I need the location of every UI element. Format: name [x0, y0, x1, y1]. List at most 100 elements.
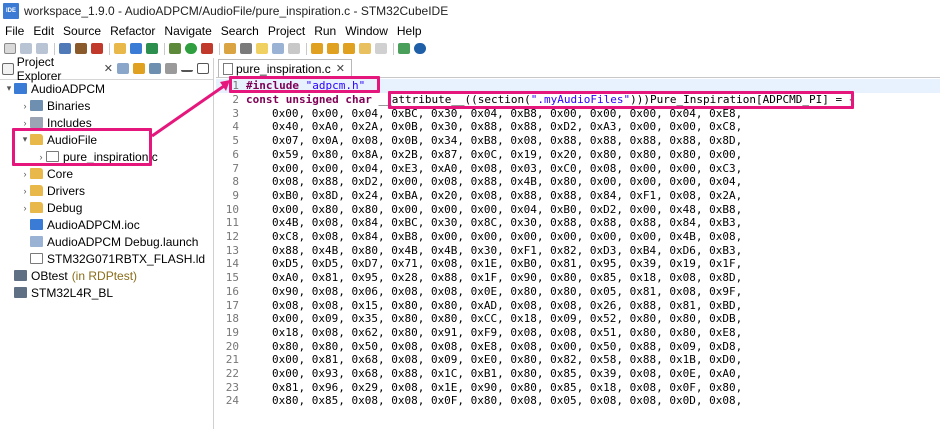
chevron-right-icon[interactable]: › [20, 101, 30, 111]
tree-item-label: STM32G071RBTX_FLASH.ld [47, 251, 206, 266]
chevron-right-icon[interactable]: › [20, 169, 30, 179]
menu-run[interactable]: Run [314, 24, 336, 38]
build-settings-icon[interactable] [59, 43, 71, 54]
collapse-all-icon[interactable] [117, 63, 129, 74]
line-number: 15 [225, 271, 239, 285]
code-text: 0x00, 0x00, 0x04, 0xE3, 0xA0, 0x08, 0x03… [272, 161, 743, 175]
tree-item-ioc[interactable]: AudioADPCM.ioc [0, 216, 212, 233]
tree-item-ld[interactable]: STM32G071RBTX_FLASH.ld [0, 250, 212, 267]
code-line: 12 0xC8, 0x08, 0x84, 0xB8, 0x00, 0x00, 0x… [216, 230, 940, 244]
tree-item-binaries[interactable]: › Binaries [0, 97, 212, 114]
last-edit-icon[interactable] [343, 43, 355, 54]
code-line: 2 const unsigned char __attribute__((sec… [216, 93, 940, 107]
tab-pure-inspiration[interactable]: pure_inspiration.c ✕ [218, 59, 352, 77]
line-number: 24 [225, 394, 239, 408]
new-icon[interactable] [4, 43, 16, 54]
build-icon[interactable] [75, 43, 87, 54]
chevron-right-icon[interactable]: › [20, 186, 30, 196]
cube-icon[interactable] [146, 43, 158, 54]
close-icon[interactable]: ✕ [336, 62, 345, 75]
debug-icon[interactable] [169, 43, 181, 54]
code-text: 0x59, 0x80, 0x8A, 0x2B, 0x87, 0x0C, 0x19… [272, 147, 743, 161]
code-text: 0xD5, 0xD5, 0xD7, 0x71, 0x08, 0x1E, 0xB0… [272, 257, 743, 271]
project-explorer-icon [2, 62, 14, 75]
tree-item-pure-inspiration[interactable]: › pure_inspiration.c [0, 148, 212, 165]
menu-refactor[interactable]: Refactor [110, 24, 155, 38]
tree-item-label: Includes [47, 115, 92, 130]
link-editor-icon[interactable] [133, 63, 145, 74]
menu-window[interactable]: Window [345, 24, 388, 38]
menu-navigate[interactable]: Navigate [164, 24, 211, 38]
toggle-mark-icon[interactable] [256, 43, 268, 54]
chevron-right-icon[interactable]: › [20, 203, 30, 213]
line-number: 20 [225, 339, 239, 353]
explorer-actions [113, 63, 213, 74]
line-number: 16 [225, 284, 239, 298]
toolbar-separator [54, 42, 55, 55]
run-icon[interactable] [185, 43, 197, 54]
tree-item-drivers[interactable]: › Drivers [0, 182, 212, 199]
save-icon[interactable] [20, 43, 32, 54]
minimize-icon[interactable] [181, 66, 193, 72]
line-number: 23 [225, 380, 239, 394]
next-annotation-icon[interactable] [311, 43, 323, 54]
chevron-down-icon[interactable]: ▾ [4, 83, 14, 94]
code-area[interactable]: 1 #include "adpcm.h" 2 const unsigned ch… [216, 79, 940, 429]
prev-annotation-icon[interactable] [327, 43, 339, 54]
chevron-right-icon[interactable]: › [36, 152, 46, 162]
window-title: workspace_1.9.0 - AudioADPCM/AudioFile/p… [24, 4, 449, 18]
tree-item-label: STM32L4R_BL [31, 285, 114, 300]
code-attribute: __attribute__((section( [371, 93, 531, 107]
chevron-right-icon[interactable]: › [20, 118, 30, 128]
line-number: 9 [232, 188, 239, 202]
maximize-icon[interactable] [197, 63, 209, 74]
back-icon[interactable] [359, 43, 371, 54]
menu-bar: File Edit Source Refactor Navigate Searc… [0, 22, 940, 40]
line-number: 12 [225, 230, 239, 244]
code-text: 0x00, 0x93, 0x68, 0x88, 0x1C, 0xB1, 0x80… [272, 367, 743, 381]
menu-help[interactable]: Help [397, 24, 422, 38]
tree-item-audioadpcm[interactable]: ▾ AudioADPCM [0, 80, 212, 97]
code-text: 0x80, 0x85, 0x08, 0x08, 0x0F, 0x80, 0x08… [272, 394, 743, 408]
build-all-icon[interactable] [91, 43, 103, 54]
tree-item-stm32l4r-bl[interactable]: STM32L4R_BL [0, 284, 212, 301]
editor-tab-bar: pure_inspiration.c ✕ [216, 58, 940, 78]
block-selection-icon[interactable] [272, 43, 284, 54]
view-menu-icon[interactable] [165, 63, 177, 74]
folder-icon [30, 185, 43, 196]
save-all-icon[interactable] [36, 43, 48, 54]
tree-item-audiofile[interactable]: ▾ AudioFile [0, 131, 212, 148]
folder-icon [30, 202, 43, 213]
project-explorer-tab[interactable]: Project Explorer ✕ [0, 55, 113, 83]
tree-item-core[interactable]: › Core [0, 165, 212, 182]
code-keyword: const unsigned char [246, 93, 372, 107]
tree-item-label: AudioADPCM.ioc [47, 217, 140, 232]
filter-icon[interactable] [149, 63, 161, 74]
show-whitespace-icon[interactable] [288, 43, 300, 54]
chevron-down-icon[interactable]: ▾ [20, 134, 30, 145]
code-text: 0x00, 0x00, 0x04, 0xBC, 0x30, 0x04, 0xB8… [272, 106, 743, 120]
device-config-icon[interactable] [130, 43, 142, 54]
perspective-icon[interactable] [398, 43, 410, 54]
forward-icon[interactable] [375, 43, 387, 54]
external-tools-icon[interactable] [201, 43, 213, 54]
info-icon[interactable] [414, 43, 426, 54]
tree-item-obtest[interactable]: OBtest (in RDPtest) [0, 267, 212, 284]
tree-item-includes[interactable]: › Includes [0, 114, 212, 131]
tree-item-label: Core [47, 166, 74, 181]
code-line: 22 0x00, 0x93, 0x68, 0x88, 0x1C, 0xB1, 0x… [216, 367, 940, 381]
menu-search[interactable]: Search [221, 24, 259, 38]
menu-project[interactable]: Project [268, 24, 305, 38]
menu-source[interactable]: Source [63, 24, 101, 38]
menu-file[interactable]: File [5, 24, 24, 38]
new-project-icon[interactable] [114, 43, 126, 54]
open-type-icon[interactable] [224, 43, 236, 54]
code-text: 0x90, 0x08, 0x06, 0x08, 0x08, 0x0E, 0x80… [272, 284, 743, 298]
tree-item-label: OBtest [31, 268, 68, 283]
menu-edit[interactable]: Edit [33, 24, 54, 38]
tree-item-debug[interactable]: › Debug [0, 199, 212, 216]
tree-item-launch[interactable]: AudioADPCM Debug.launch [0, 233, 212, 250]
close-icon[interactable]: ✕ [104, 62, 113, 75]
toolbar-separator [393, 42, 394, 55]
search-tool-icon[interactable] [240, 43, 252, 54]
